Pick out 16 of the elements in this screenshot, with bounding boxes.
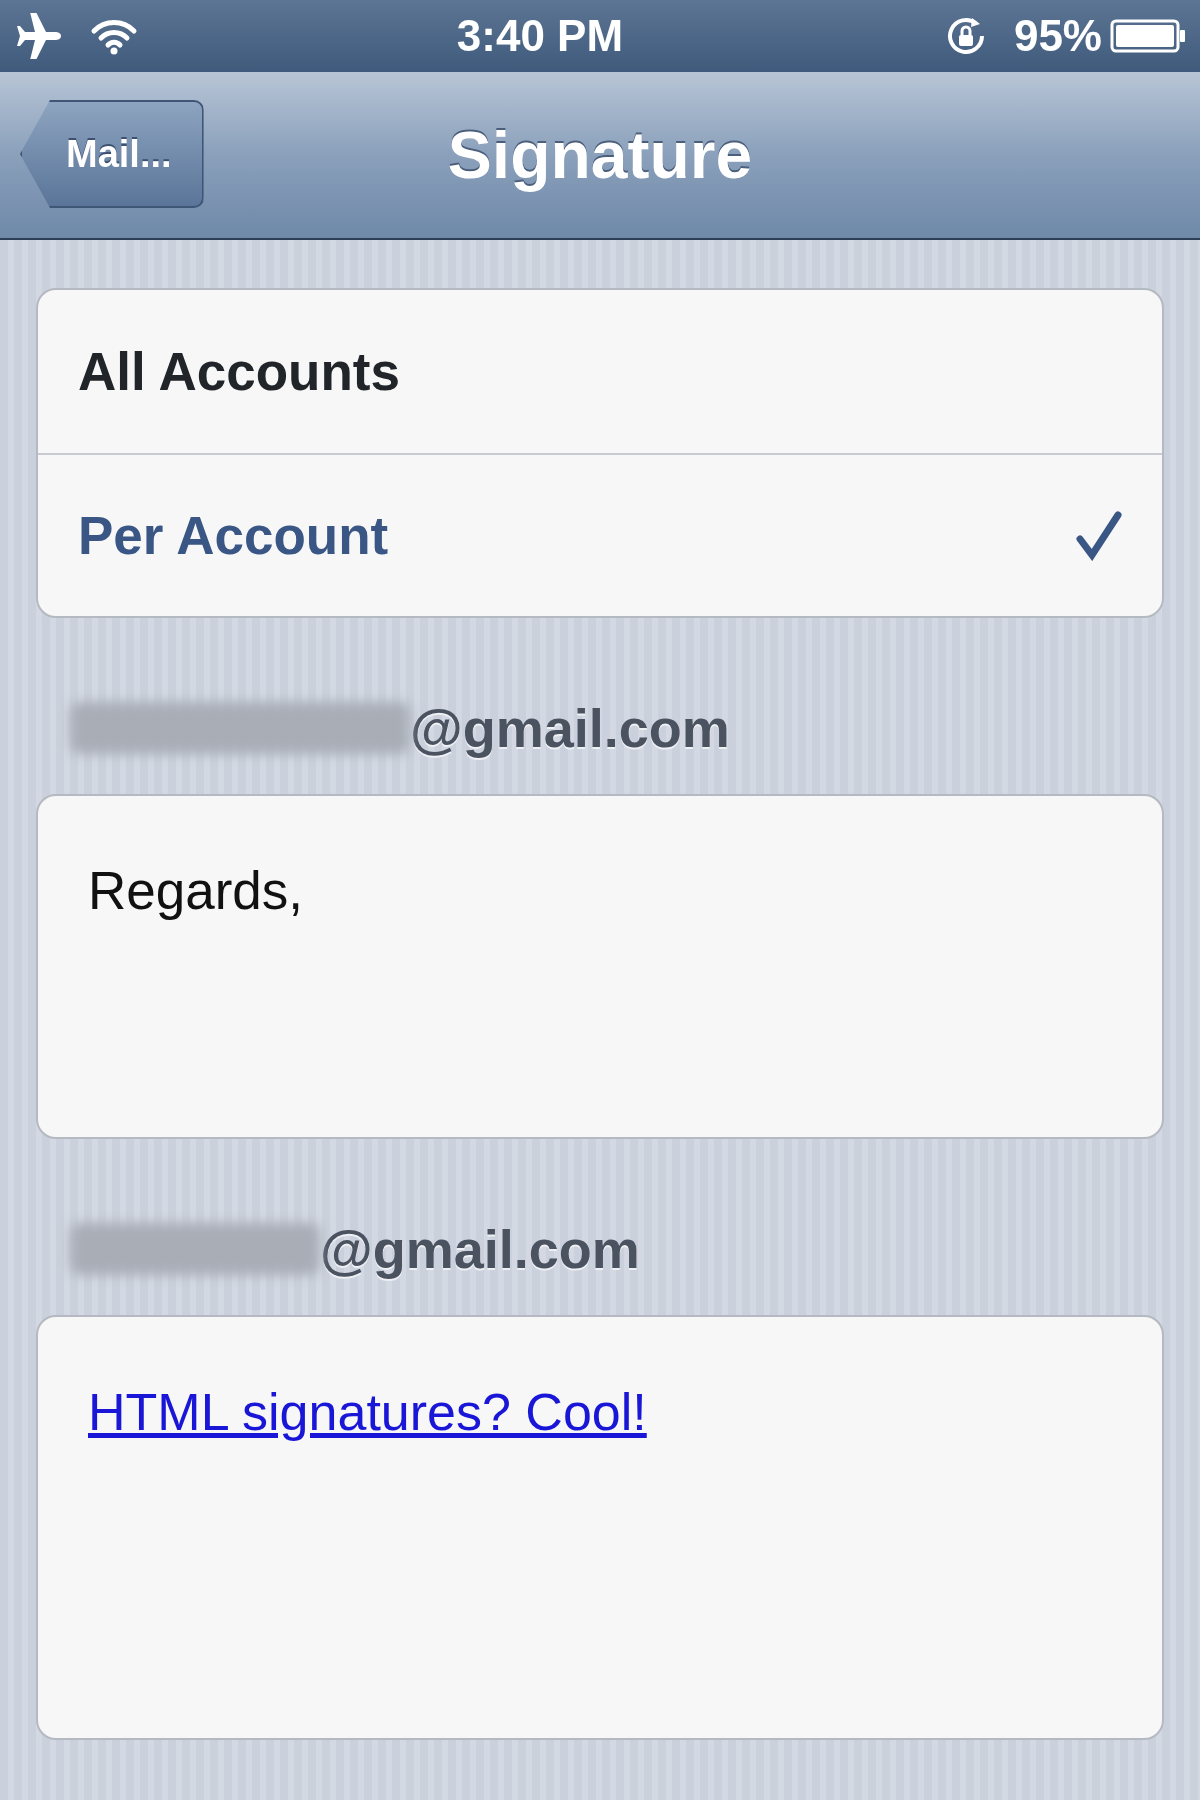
option-row[interactable]: All Accounts [38, 290, 1162, 453]
status-time: 3:40 PM [456, 11, 624, 60]
checkmark-icon [1076, 510, 1122, 561]
signature-field[interactable]: HTML signatures? Cool! [36, 1315, 1164, 1740]
signature-field[interactable]: Regards, [36, 794, 1164, 1139]
battery-percentage: 95% [1013, 10, 1102, 62]
wifi-icon [90, 17, 138, 55]
option-label: All Accounts [78, 340, 400, 403]
account-email: @gmail.com [410, 696, 730, 760]
battery-icon [1110, 19, 1186, 53]
option-row[interactable]: Per Account [38, 453, 1162, 616]
signature-link[interactable]: HTML signatures? Cool! [88, 1383, 647, 1441]
option-label: Per Account [78, 504, 389, 567]
screen-title: Signature [447, 116, 753, 194]
account-email: @gmail.com [320, 1217, 640, 1281]
signature-text: Regards, [88, 861, 304, 920]
